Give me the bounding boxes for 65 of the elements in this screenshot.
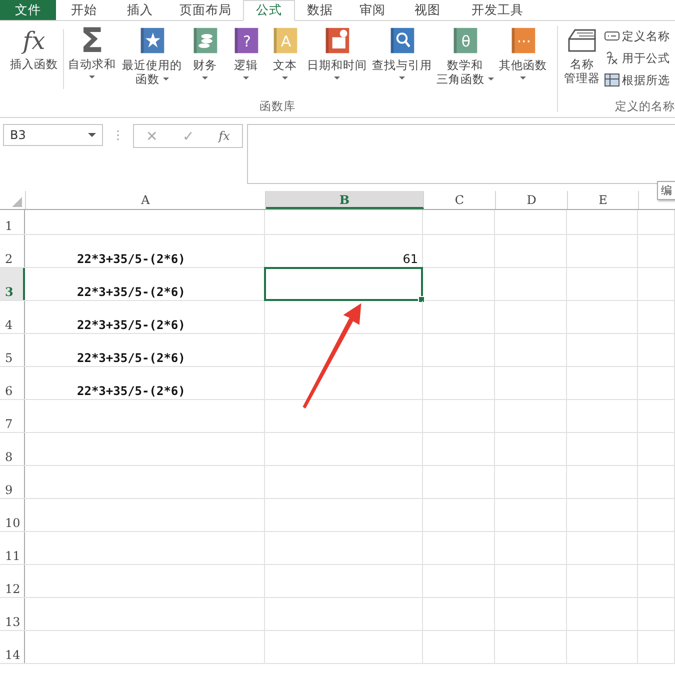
sigma-icon: Σ bbox=[80, 25, 104, 57]
ribbon-button[interactable]: fx 插入函数 bbox=[5, 21, 63, 71]
cell-text: 22*3+35/5-(2*6) bbox=[77, 252, 186, 266]
row-header[interactable]: 13 bbox=[0, 598, 25, 630]
ribbon-tab[interactable]: 开始 bbox=[56, 0, 112, 20]
book-icon: A bbox=[271, 26, 299, 56]
column-header[interactable]: D bbox=[496, 191, 568, 209]
group-label: 定义的名称 bbox=[615, 99, 675, 115]
book-icon: ? bbox=[232, 26, 260, 56]
ribbon-tab[interactable]: 公式 bbox=[243, 0, 295, 21]
ribbon-button[interactable]: 最近使用的 函数 bbox=[120, 21, 184, 86]
ribbon-tab[interactable]: 数据 bbox=[295, 0, 345, 20]
row-header[interactable]: 10 bbox=[0, 499, 25, 531]
cell-text: 61 bbox=[402, 252, 418, 266]
column-header[interactable]: B bbox=[266, 191, 424, 209]
ribbon-button[interactable]: θ 数学和 三角函数 bbox=[434, 21, 496, 86]
ribbon-button[interactable]: 日期和时间 bbox=[304, 21, 370, 81]
column-header[interactable]: C bbox=[424, 191, 496, 209]
ribbon-button[interactable]: ? 逻辑 bbox=[226, 21, 266, 81]
cell-text: 22*3+35/5-(2*6) bbox=[77, 285, 186, 299]
row-header[interactable]: 8 bbox=[0, 433, 25, 465]
formula-icon bbox=[604, 51, 620, 65]
ribbon-button[interactable]: 定义名称 bbox=[604, 26, 670, 46]
book-icon: θ bbox=[451, 26, 479, 56]
row-header[interactable]: 6 bbox=[0, 367, 25, 399]
active-cell[interactable] bbox=[264, 267, 423, 301]
row-header[interactable]: 12 bbox=[0, 565, 25, 597]
row-header[interactable]: 4 bbox=[0, 301, 25, 333]
ribbon-tab[interactable]: 开发工具 bbox=[455, 0, 540, 20]
row-header[interactable]: 1 bbox=[0, 210, 25, 234]
group-label: 函数库 bbox=[260, 99, 296, 115]
row-header[interactable]: 3 bbox=[0, 268, 25, 300]
grid-icon bbox=[604, 73, 620, 87]
name-box[interactable]: B3 bbox=[3, 124, 103, 146]
cell-text: 22*3+35/5-(2*6) bbox=[77, 318, 186, 332]
row-header[interactable]: 7 bbox=[0, 400, 25, 432]
tooltip: 编 bbox=[657, 181, 675, 200]
ribbon-button[interactable]: A 文本 bbox=[266, 21, 304, 81]
insert-function-button[interactable]: fx bbox=[214, 129, 234, 143]
cell-text: 22*3+35/5-(2*6) bbox=[77, 351, 186, 365]
row-header[interactable]: 14 bbox=[0, 631, 25, 663]
function-icon: fx bbox=[22, 25, 46, 57]
ribbon-tab[interactable]: 审阅 bbox=[345, 0, 400, 20]
dropdown-icon bbox=[88, 132, 96, 138]
row-header[interactable]: 5 bbox=[0, 334, 25, 366]
select-all-icon[interactable] bbox=[12, 197, 22, 207]
ribbon-button[interactable]: 名称 管理器 bbox=[560, 21, 604, 85]
ribbon-button[interactable]: 财务 bbox=[184, 21, 226, 81]
ribbon-tab[interactable]: 插入 bbox=[112, 0, 168, 20]
ribbon-button[interactable]: Σ 自动求和 bbox=[64, 21, 120, 80]
ribbon-button[interactable]: 用于公式 bbox=[604, 48, 670, 68]
label-icon bbox=[604, 29, 620, 43]
row-header[interactable]: 9 bbox=[0, 466, 25, 498]
ribbon-button[interactable]: ··· 其他函数 bbox=[496, 21, 550, 81]
formula-input[interactable] bbox=[247, 124, 675, 184]
row-header[interactable]: 2 bbox=[0, 235, 25, 267]
ribbon-button[interactable]: 根据所选 bbox=[604, 70, 670, 90]
column-header[interactable]: E bbox=[568, 191, 639, 209]
book-icon: ··· bbox=[509, 26, 537, 56]
ribbon-tab[interactable]: 页面布局 bbox=[168, 0, 243, 20]
ribbon-tab[interactable]: 文件 bbox=[0, 0, 56, 20]
ribbon-button[interactable]: 查找与引用 bbox=[370, 21, 434, 81]
cell-text: 22*3+35/5-(2*6) bbox=[77, 384, 186, 398]
ribbon-tab[interactable]: 视图 bbox=[400, 0, 455, 20]
row-header[interactable]: 11 bbox=[0, 532, 25, 564]
